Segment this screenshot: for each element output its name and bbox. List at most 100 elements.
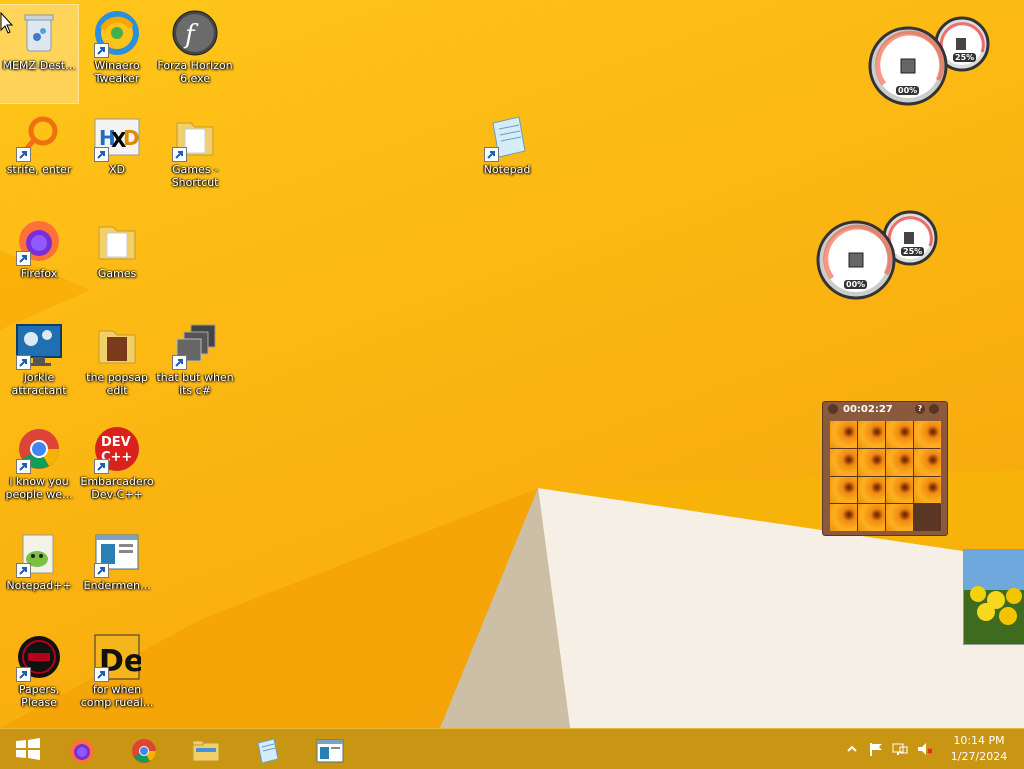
- shortcut-arrow-icon: [94, 147, 109, 162]
- shortcut-arrow-icon: [94, 563, 109, 578]
- desktop-icon-games-shortcut[interactable]: Games - Shortcut: [156, 109, 234, 207]
- clock-time: 10:14 PM: [953, 734, 1005, 747]
- taskbar-firefox-button[interactable]: [54, 731, 106, 767]
- puzzle-back-icon[interactable]: [828, 404, 838, 414]
- memory-usage-value: 25%: [901, 247, 925, 256]
- desktop-icon-firefox[interactable]: Firefox: [0, 213, 78, 311]
- shortcut-arrow-icon: [172, 355, 187, 370]
- cpu-meter-gadget[interactable]: 00% 25%: [814, 206, 944, 302]
- desktop-icon-label: Games: [97, 267, 137, 280]
- puzzle-timer: 00:02:27: [843, 404, 893, 415]
- desktop-icon-label: Winaero Tweaker: [94, 59, 140, 85]
- puzzle-help-icon[interactable]: ?: [915, 404, 925, 414]
- puzzle-tile[interactable]: [886, 476, 913, 504]
- taskbar: 10:14 PM 1/27/2024: [0, 728, 1024, 769]
- shortcut-arrow-icon: [172, 147, 187, 162]
- taskbar-file-explorer-button[interactable]: [178, 731, 230, 767]
- puzzle-tile[interactable]: [858, 504, 885, 531]
- desktop-icon-devcpp[interactable]: DEV C++ Embarcadero Dev-C++: [78, 421, 156, 519]
- picture-puzzle-gadget[interactable]: 00:02:27 ?: [822, 401, 948, 536]
- tulip-photo: [964, 550, 1024, 644]
- cpu-usage-value: 00%: [896, 86, 920, 95]
- chrome-icon: [132, 739, 156, 763]
- puzzle-tile[interactable]: [886, 421, 913, 448]
- desktop-icon-notepadpp[interactable]: Notepad++: [0, 525, 78, 623]
- puzzle-tile[interactable]: [830, 504, 857, 531]
- shortcut-arrow-icon: [16, 563, 31, 578]
- desktop-icon-label: Papers, Please: [18, 683, 60, 709]
- firefox-icon: [70, 739, 94, 763]
- puzzle-tile[interactable]: [914, 476, 941, 504]
- desktop-icon-comp-rueal[interactable]: De for when comp rueal...: [78, 629, 156, 727]
- puzzle-toolbar: 00:02:27 ?: [823, 402, 947, 418]
- desktop-icon-label: Firefox: [20, 267, 58, 280]
- taskbar-window-app-button[interactable]: [302, 731, 354, 767]
- action-center-flag-icon[interactable]: [868, 741, 884, 757]
- desktop-icon-i-know-you[interactable]: i know you people we...: [0, 421, 78, 519]
- desktop-icon-strife[interactable]: strife, enter: [0, 109, 78, 207]
- puzzle-tile[interactable]: [858, 448, 885, 476]
- desktop-icon-xd[interactable]: HXD XD: [78, 109, 156, 207]
- puzzle-tile[interactable]: [830, 476, 857, 504]
- show-hidden-icons-icon[interactable]: [846, 741, 862, 757]
- desktop-icon-label: the popsap edit: [86, 371, 148, 397]
- window-app-icon: [316, 739, 344, 763]
- taskbar-notepad-button[interactable]: [240, 731, 292, 767]
- taskbar-clock[interactable]: 10:14 PM 1/27/2024: [944, 733, 1014, 765]
- desktop-icon-popsap[interactable]: the popsap edit: [78, 317, 156, 415]
- clock-date: 1/27/2024: [950, 750, 1008, 763]
- shortcut-arrow-icon: [16, 667, 31, 682]
- start-button[interactable]: [0, 731, 52, 767]
- desktop-icon-jorkle[interactable]: jorkle attractant: [0, 317, 78, 415]
- puzzle-tile[interactable]: [886, 448, 913, 476]
- desktop-icon-label: Notepad: [483, 163, 531, 176]
- desktop-icon-label: Endermen...: [83, 579, 151, 592]
- desktop-icon-label: for when comp rueal...: [80, 683, 154, 709]
- puzzle-empty-tile: [914, 504, 941, 531]
- volume-muted-icon[interactable]: [916, 741, 932, 757]
- desktop-icon-papers-please[interactable]: Papers, Please: [0, 629, 78, 727]
- cpu-usage-value: 00%: [844, 280, 868, 289]
- shortcut-arrow-icon: [16, 355, 31, 370]
- desktop-icon-label: strife, enter: [6, 163, 72, 176]
- puzzle-settings-icon[interactable]: [929, 404, 939, 414]
- windows-logo-icon: [16, 738, 40, 760]
- desktop-icon-label: jorkle attractant: [11, 371, 67, 397]
- desktop-icon-label: that but when its c#: [156, 371, 234, 397]
- desktop-icon-notepad[interactable]: Notepad: [468, 109, 546, 207]
- flash-icon: f: [171, 9, 219, 57]
- network-icon[interactable]: [892, 741, 908, 757]
- taskbar-chrome-button[interactable]: [116, 731, 168, 767]
- desktop[interactable]: MEMZ-Dest... strife, enter Firefox jorkl…: [0, 0, 1024, 728]
- cpu-meter-gadget[interactable]: 00% 25%: [866, 12, 996, 108]
- desktop-icon-label: MEMZ-Dest...: [2, 59, 76, 72]
- desktop-icon-label: Embarcadero Dev-C++: [80, 475, 154, 501]
- shortcut-arrow-icon: [484, 147, 499, 162]
- desktop-icon-games[interactable]: Games: [78, 213, 156, 311]
- puzzle-tile[interactable]: [830, 421, 857, 448]
- desktop-icon-label: Notepad++: [6, 579, 72, 592]
- cpu-gauge-icon: [868, 16, 990, 106]
- desktop-icon-winaero[interactable]: Winaero Tweaker: [78, 5, 156, 103]
- shortcut-arrow-icon: [94, 43, 109, 58]
- puzzle-tile[interactable]: [914, 448, 941, 476]
- folder-icon: [93, 321, 141, 369]
- memory-usage-value: 25%: [953, 53, 977, 62]
- svg-text:D: D: [123, 126, 140, 150]
- puzzle-tile[interactable]: [830, 448, 857, 476]
- puzzle-tile[interactable]: [914, 421, 941, 448]
- folder-icon: [93, 217, 141, 265]
- puzzle-tile[interactable]: [886, 504, 913, 531]
- puzzle-grid: [830, 421, 941, 531]
- slideshow-gadget[interactable]: [963, 549, 1024, 645]
- desktop-icon-that-but-c-sharp[interactable]: that but when its c#: [156, 317, 234, 415]
- puzzle-tile[interactable]: [858, 476, 885, 504]
- puzzle-tile[interactable]: [858, 421, 885, 448]
- shortcut-arrow-icon: [16, 251, 31, 266]
- desktop-icon-label: XD: [108, 163, 125, 176]
- desktop-icon-endermen[interactable]: Endermen...: [78, 525, 156, 623]
- desktop-icon-forza[interactable]: f Forza Horizon 6.exe: [156, 5, 234, 103]
- recycle-bin-icon: [15, 9, 63, 57]
- file-explorer-icon: [192, 740, 220, 762]
- shortcut-arrow-icon: [16, 147, 31, 162]
